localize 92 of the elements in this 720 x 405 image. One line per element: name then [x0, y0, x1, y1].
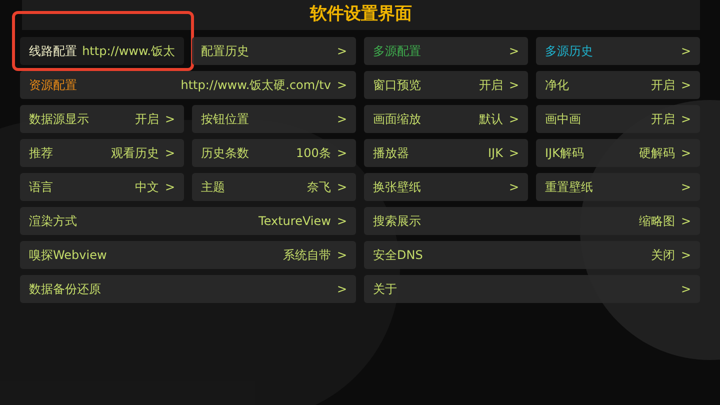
arrow-label: > [336, 179, 347, 196]
setting-value: 中文 [134, 179, 159, 196]
arrow-label: > [508, 145, 519, 162]
settings-item[interactable]: 重置壁纸 > [536, 173, 700, 201]
setting-label: 语言 [29, 179, 53, 196]
arrow-label: > [164, 111, 175, 128]
setting-label: 换张壁纸 [373, 179, 421, 196]
setting-label: 线路配置 [29, 43, 77, 60]
arrow-label: > [680, 247, 691, 264]
settings-item[interactable]: 按钮位置 > [192, 105, 356, 133]
setting-label: 主题 [201, 179, 225, 196]
page-title: 软件设置界面 [310, 3, 412, 26]
setting-label: 推荐 [29, 145, 53, 162]
setting-label: 嗅探Webview [29, 247, 107, 264]
setting-value: TextureView [258, 213, 331, 230]
arrow-label: > [336, 43, 347, 60]
settings-item[interactable]: 多源配置 > [364, 37, 528, 65]
setting-label: 安全DNS [373, 247, 423, 264]
arrow-label: > [680, 43, 691, 60]
arrow-label: > [164, 145, 175, 162]
settings-item[interactable]: 数据源显示 开启 > [20, 105, 184, 133]
setting-label: 渲染方式 [29, 213, 77, 230]
arrow-label: > [336, 281, 347, 298]
arrow-label: > [508, 43, 519, 60]
arrow-label: > [336, 111, 347, 128]
setting-label: 重置壁纸 [545, 179, 593, 196]
setting-label: 搜索展示 [373, 213, 421, 230]
setting-label: 多源配置 [373, 43, 421, 60]
setting-value: IJK [488, 145, 503, 162]
settings-item[interactable]: 换张壁纸 > [364, 173, 528, 201]
arrow-label: > [680, 281, 691, 298]
setting-value: 奈飞 [306, 179, 331, 196]
arrow-label: > [508, 77, 519, 94]
settings-item[interactable]: 窗口预览 开启 > [364, 71, 528, 99]
arrow-label: > [336, 77, 347, 94]
arrow-label: > [336, 213, 347, 230]
settings-item[interactable]: 关于 > [364, 275, 700, 303]
arrow-label: > [680, 179, 691, 196]
setting-value: http://www.饭太硬.com/tv [180, 77, 331, 94]
setting-label: 多源历史 [545, 43, 593, 60]
setting-label: 按钮位置 [201, 111, 249, 128]
settings-item[interactable]: IJK解码 硬解码 > [536, 139, 700, 167]
settings-item[interactable]: 线路配置 http://www.饭太 [20, 37, 184, 65]
setting-label: 数据备份还原 [29, 281, 101, 298]
setting-value: 硬解码 [638, 145, 675, 162]
settings-item[interactable]: 推荐 观看历史 > [20, 139, 184, 167]
arrow-label: > [680, 213, 691, 230]
setting-label: 数据源显示 [29, 111, 89, 128]
settings-item[interactable]: 配置历史 > [192, 37, 356, 65]
setting-label: 净化 [545, 77, 569, 94]
arrow-label: > [336, 247, 347, 264]
setting-value: 观看历史 [110, 145, 159, 162]
settings-item[interactable]: 播放器 IJK > [364, 139, 528, 167]
setting-value: 默认 [478, 111, 503, 128]
setting-label: 画面缩放 [373, 111, 421, 128]
arrow-label: > [508, 179, 519, 196]
settings-item[interactable]: 搜索展示 缩略图 > [364, 207, 700, 235]
settings-item[interactable]: 画中画 开启 > [536, 105, 700, 133]
setting-label: 窗口预览 [373, 77, 421, 94]
settings-item[interactable]: 历史条数 100条 > [192, 139, 356, 167]
arrow-label: > [680, 111, 691, 128]
setting-label: 播放器 [373, 145, 409, 162]
settings-item[interactable]: 主题 奈飞 > [192, 173, 356, 201]
setting-value: 开启 [650, 111, 675, 128]
setting-label: 画中画 [545, 111, 581, 128]
settings-item[interactable]: 渲染方式 TextureView > [20, 207, 356, 235]
arrow-label: > [508, 111, 519, 128]
settings-item[interactable]: 画面缩放 默认 > [364, 105, 528, 133]
setting-label: 关于 [373, 281, 397, 298]
setting-value: 开启 [650, 77, 675, 94]
setting-value: 100条 [296, 145, 331, 162]
setting-label: IJK解码 [545, 145, 584, 162]
settings-item[interactable]: 语言 中文 > [20, 173, 184, 201]
setting-label: 历史条数 [201, 145, 249, 162]
settings-item[interactable]: 资源配置 http://www.饭太硬.com/tv > [20, 71, 356, 99]
settings-item[interactable]: 数据备份还原 > [20, 275, 356, 303]
arrow-label: > [680, 77, 691, 94]
settings-item[interactable]: 多源历史 > [536, 37, 700, 65]
setting-value: http://www.饭太 [82, 43, 175, 60]
setting-label: 配置历史 [201, 43, 249, 60]
settings-item[interactable]: 嗅探Webview 系统自带 > [20, 241, 356, 269]
setting-value: 关闭 [650, 247, 675, 264]
setting-value: 开启 [134, 111, 159, 128]
setting-label: 资源配置 [29, 77, 77, 94]
settings-item[interactable]: 安全DNS 关闭 > [364, 241, 700, 269]
arrow-label: > [336, 145, 347, 162]
arrow-label: > [164, 179, 175, 196]
setting-value: 缩略图 [638, 213, 675, 230]
arrow-label: > [680, 145, 691, 162]
settings-item[interactable]: 净化 开启 > [536, 71, 700, 99]
setting-value: 开启 [478, 77, 503, 94]
setting-value: 系统自带 [282, 247, 331, 264]
